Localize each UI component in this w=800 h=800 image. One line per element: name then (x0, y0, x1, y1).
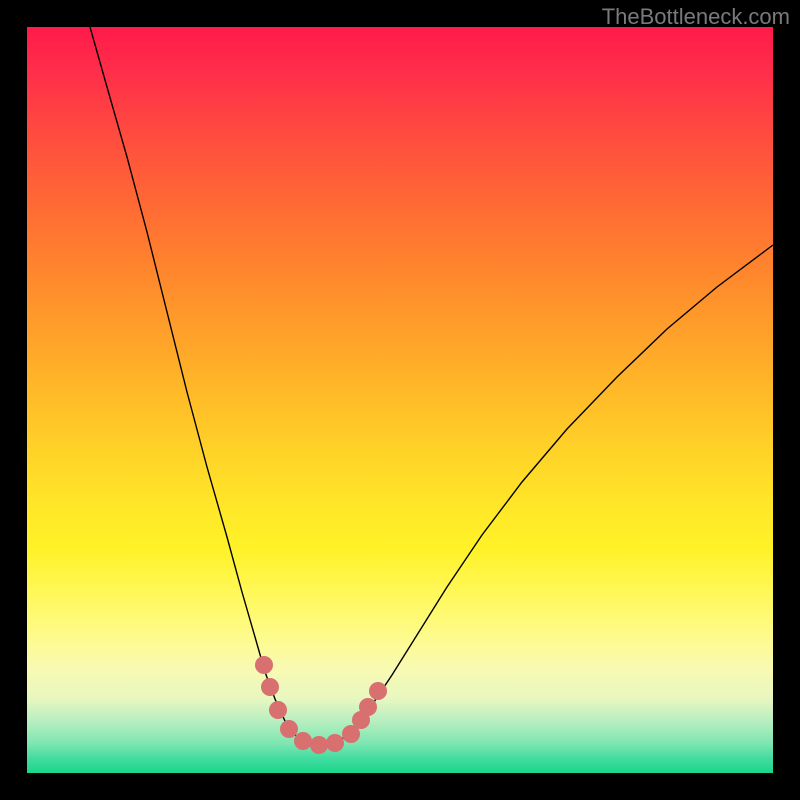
curve-marker (359, 698, 377, 716)
marker-group (255, 656, 387, 754)
curve-marker (280, 720, 298, 738)
curve-marker (269, 701, 287, 719)
curve-marker (294, 732, 312, 750)
bottleneck-curve (90, 27, 773, 745)
curve-marker (255, 656, 273, 674)
chart-frame: TheBottleneck.com (0, 0, 800, 800)
curve-marker (310, 736, 328, 754)
curve-layer (27, 27, 773, 773)
plot-area (27, 27, 773, 773)
curve-marker (326, 734, 344, 752)
curve-marker (369, 682, 387, 700)
curve-marker (261, 678, 279, 696)
